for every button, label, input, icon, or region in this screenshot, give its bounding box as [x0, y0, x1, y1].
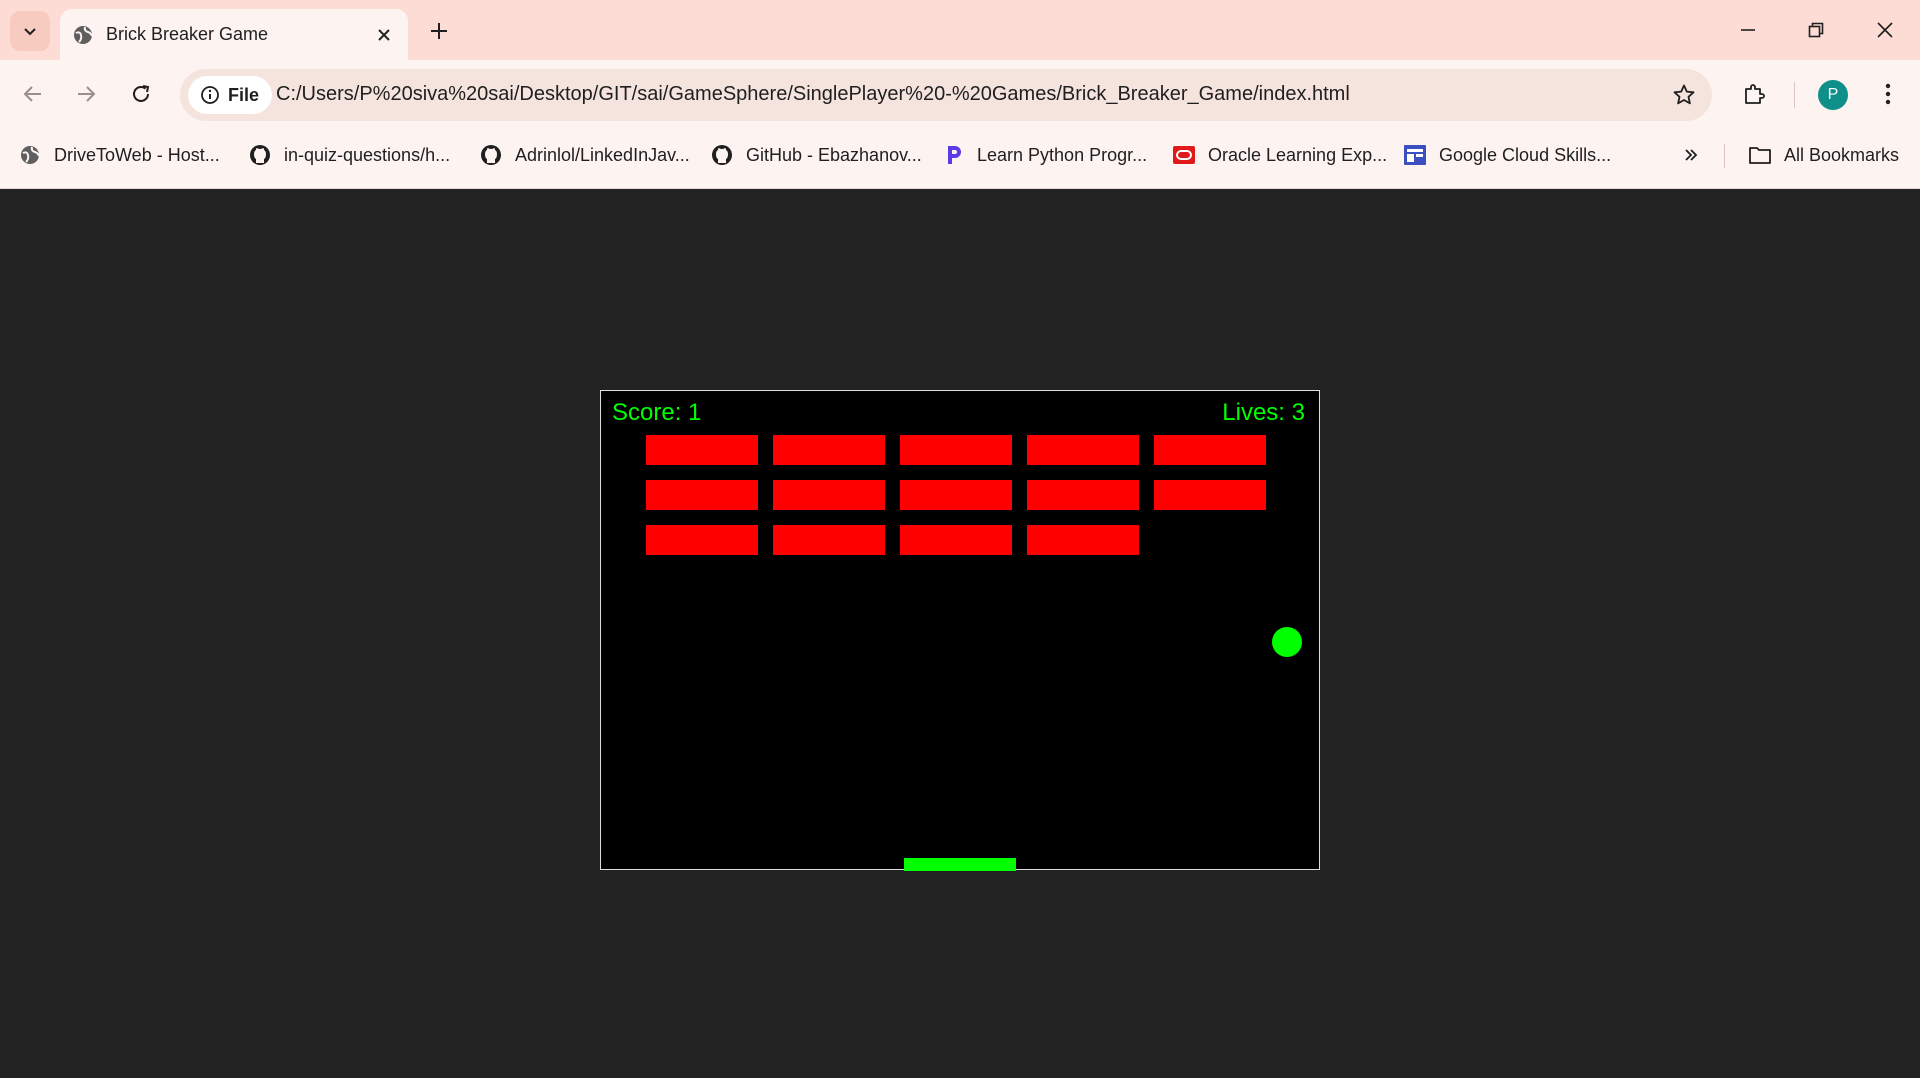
- tab-title: Brick Breaker Game: [106, 24, 269, 44]
- chevron-down-icon: [24, 28, 36, 36]
- close-window-button[interactable]: [1863, 12, 1907, 48]
- brick: [900, 435, 1012, 465]
- google-cloud-skills-icon: [1403, 143, 1427, 167]
- brick: [1154, 480, 1266, 510]
- bookmark-item[interactable]: in-quiz-questions/h...: [248, 132, 450, 178]
- brick: [773, 525, 885, 555]
- browser-tab[interactable]: Brick Breaker Game: [60, 9, 408, 60]
- address-bar[interactable]: File C:/Users/P%20siva%20sai/Desktop/GIT…: [180, 69, 1712, 121]
- brick: [646, 435, 758, 465]
- tab-close-icon[interactable]: [370, 21, 398, 49]
- globe-icon: [72, 24, 94, 46]
- site-info-chip[interactable]: File: [188, 76, 272, 114]
- ball: [1272, 627, 1302, 657]
- new-tab-button[interactable]: [422, 14, 456, 48]
- brick: [773, 480, 885, 510]
- minimize-button[interactable]: [1726, 12, 1770, 48]
- bookmark-label: in-quiz-questions/h...: [284, 144, 451, 165]
- brick: [646, 480, 758, 510]
- browser-toolbar: File C:/Users/P%20siva%20sai/Desktop/GIT…: [0, 60, 1920, 189]
- bookmark-label: GitHub - Ebazhanov...: [746, 144, 922, 165]
- bookmarks-overflow-button[interactable]: [1674, 138, 1708, 172]
- folder-icon: [1748, 143, 1772, 167]
- score-display: Score: 1: [612, 399, 702, 426]
- bookmark-label: Google Cloud Skills...: [1439, 144, 1612, 165]
- tab-strip: Brick Breaker Game: [0, 0, 1920, 60]
- restore-icon: [1808, 22, 1824, 38]
- all-bookmarks-button[interactable]: All Bookmarks: [1748, 132, 1899, 178]
- arrow-left-icon: [23, 86, 41, 102]
- bookmark-item[interactable]: Oracle Learning Exp...: [1172, 132, 1387, 178]
- brick: [900, 525, 1012, 555]
- restore-button[interactable]: [1794, 12, 1838, 48]
- brick: [1027, 525, 1139, 555]
- bookmark-label: Oracle Learning Exp...: [1208, 144, 1388, 165]
- brick: [1154, 435, 1266, 465]
- brick: [646, 525, 758, 555]
- page-content: Score: 1 Lives: 3: [0, 189, 1920, 1078]
- arrow-right-icon: [78, 86, 96, 102]
- paddle[interactable]: [904, 858, 1016, 871]
- github-icon: [710, 143, 734, 167]
- globe-icon: [18, 143, 42, 167]
- brick: [1027, 435, 1139, 465]
- github-icon: [248, 143, 272, 167]
- bookmark-item[interactable]: Google Cloud Skills...: [1403, 132, 1611, 178]
- bookmarks-divider: [1724, 144, 1725, 168]
- site-info-label: File: [228, 84, 260, 105]
- profile-avatar[interactable]: P: [1818, 80, 1848, 110]
- toolbar-divider: [1794, 82, 1795, 108]
- game-canvas[interactable]: Score: 1 Lives: 3: [600, 390, 1320, 871]
- bookmark-star-button[interactable]: [1670, 81, 1698, 109]
- puzzle-icon: [1745, 84, 1765, 104]
- bookmark-item[interactable]: Learn Python Progr...: [941, 132, 1147, 178]
- bookmark-item[interactable]: Adrinlol/LinkedInJav...: [479, 132, 690, 178]
- minimize-icon: [1741, 29, 1755, 31]
- reload-icon: [133, 85, 150, 102]
- forward-button[interactable]: [66, 74, 106, 114]
- double-chevron-right-icon: [1685, 149, 1698, 161]
- star-icon: [1673, 84, 1695, 105]
- bookmarks-bar: DriveToWeb - Host... in-quiz-questions/h…: [0, 132, 1920, 178]
- bookmark-label: Adrinlol/LinkedInJav...: [515, 144, 690, 165]
- more-vert-icon: [1885, 83, 1891, 105]
- github-icon: [479, 143, 503, 167]
- brick: [900, 480, 1012, 510]
- brick: [1027, 480, 1139, 510]
- tab-search-button[interactable]: [10, 11, 50, 51]
- back-button[interactable]: [13, 74, 53, 114]
- close-icon: [1877, 22, 1893, 38]
- bookmark-label: Learn Python Progr...: [977, 144, 1148, 165]
- all-bookmarks-label: All Bookmarks: [1784, 144, 1900, 165]
- brick: [773, 435, 885, 465]
- bookmark-label: DriveToWeb - Host...: [54, 144, 220, 165]
- bookmark-item[interactable]: GitHub - Ebazhanov...: [710, 132, 922, 178]
- bookmark-item[interactable]: DriveToWeb - Host...: [18, 132, 220, 178]
- oracle-icon: [1172, 143, 1196, 167]
- browser-menu-button[interactable]: [1872, 74, 1904, 114]
- plus-icon: [431, 23, 447, 39]
- programiz-icon: [941, 143, 965, 167]
- url-text[interactable]: C:/Users/P%20siva%20sai/Desktop/GIT/sai/…: [276, 83, 1350, 106]
- reload-button[interactable]: [121, 74, 161, 114]
- info-icon: [201, 86, 219, 104]
- lives-display: Lives: 3: [1222, 399, 1305, 426]
- extensions-button[interactable]: [1734, 74, 1774, 114]
